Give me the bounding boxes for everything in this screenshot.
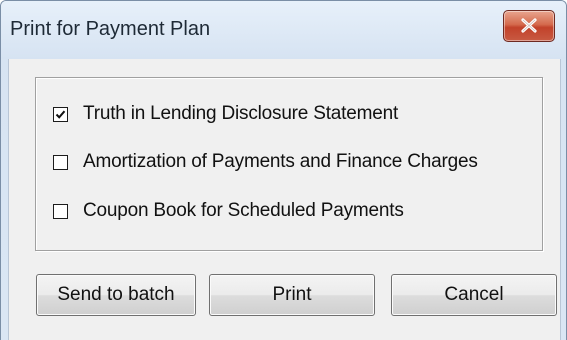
dialog-body: Truth in Lending Disclosure Statement Am… bbox=[8, 59, 561, 340]
cancel-button[interactable]: Cancel bbox=[391, 274, 557, 316]
print-button[interactable]: Print bbox=[209, 274, 375, 316]
coupon-book-checkbox[interactable] bbox=[53, 203, 68, 219]
send-to-batch-button[interactable]: Send to batch bbox=[36, 274, 196, 316]
option-label: Amortization of Payments and Finance Cha… bbox=[83, 151, 478, 172]
window-title: Print for Payment Plan bbox=[10, 18, 211, 40]
checkmark-icon bbox=[55, 110, 66, 119]
option-coupon-book[interactable]: Coupon Book for Scheduled Payments bbox=[53, 198, 404, 224]
print-payment-plan-dialog: Print for Payment Plan Truth in Lending … bbox=[0, 0, 567, 340]
amortization-checkbox[interactable] bbox=[53, 154, 68, 170]
option-label: Truth in Lending Disclosure Statement bbox=[83, 103, 399, 124]
title-bar[interactable]: Print for Payment Plan bbox=[1, 1, 566, 59]
option-label: Coupon Book for Scheduled Payments bbox=[83, 200, 404, 221]
truth-in-lending-checkbox[interactable] bbox=[53, 106, 68, 122]
close-x-icon bbox=[521, 18, 537, 33]
close-button[interactable] bbox=[503, 10, 555, 42]
option-truth-in-lending[interactable]: Truth in Lending Disclosure Statement bbox=[53, 101, 398, 127]
option-amortization[interactable]: Amortization of Payments and Finance Cha… bbox=[53, 149, 478, 175]
